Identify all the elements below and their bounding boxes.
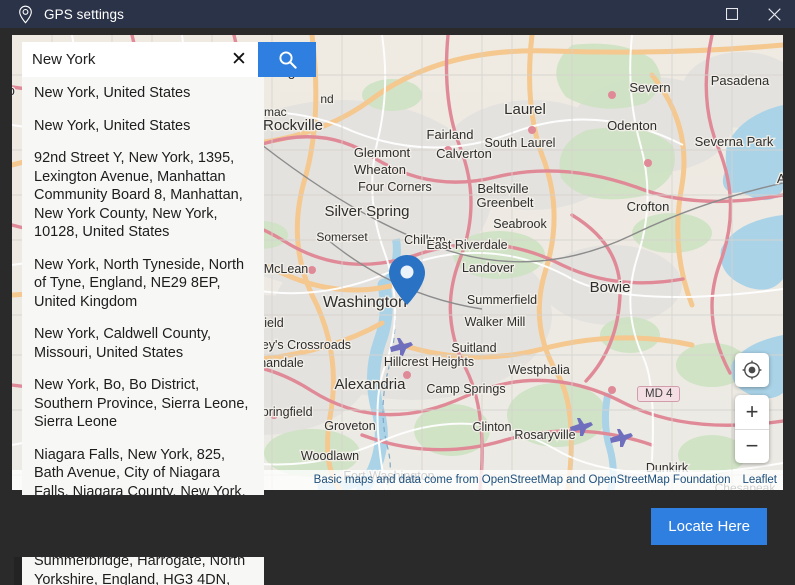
map-label: Woodlawn <box>301 449 359 463</box>
map-label: Summerfield <box>467 293 537 307</box>
suggestion-item[interactable]: New York, United States <box>22 77 264 110</box>
map-label: Westphalia <box>508 363 570 377</box>
road-shield-md4: MD 4 <box>637 386 680 402</box>
map-label: Hillcrest Heights <box>384 355 474 369</box>
map-label: Beltsville <box>477 181 528 196</box>
map-label: Greenbelt <box>476 195 533 210</box>
zoom-controls: + − <box>735 395 769 463</box>
leaflet-link[interactable]: Leaflet <box>742 474 777 486</box>
location-marker[interactable] <box>387 253 427 312</box>
map-label: Laurel <box>504 101 546 118</box>
map-label: South Laurel <box>485 136 556 150</box>
search-button[interactable] <box>258 42 316 77</box>
map-label: Landover <box>462 261 514 275</box>
map-label: Rosaryville <box>514 428 575 442</box>
map-label: Pasadena <box>711 73 770 88</box>
map-label: Alexandria <box>335 376 407 393</box>
search-input[interactable] <box>32 51 220 68</box>
map-label: nd <box>320 92 333 106</box>
attribution-text: Basic maps and data come from OpenStreet… <box>314 474 731 486</box>
map-label: Seabrook <box>493 217 547 231</box>
window-titlebar: GPS settings <box>0 0 795 28</box>
suggestion-item[interactable]: New York, Caldwell County, Missouri, Uni… <box>22 318 264 369</box>
map-label: Severn <box>629 80 670 95</box>
map-label: McLean <box>264 262 309 276</box>
map-label: East Riverdale <box>426 238 507 252</box>
close-button[interactable] <box>753 0 795 28</box>
search-icon <box>278 50 297 69</box>
suggestion-item[interactable]: 92nd Street Y, New York, 1395, Lexington… <box>22 142 264 249</box>
map-label: Rockville <box>263 117 323 134</box>
suggestion-item[interactable]: New York, Bo, Bo District, Southern Prov… <box>22 369 264 439</box>
map-label: Bowie <box>590 279 631 296</box>
map-label: Fairland <box>427 127 474 142</box>
search-field[interactable] <box>22 42 220 77</box>
locate-here-button[interactable]: Locate Here <box>651 508 767 545</box>
locate-me-button[interactable] <box>735 353 769 387</box>
search-bar: ✕ <box>22 42 316 77</box>
zoom-out-button[interactable]: − <box>735 430 769 464</box>
map-label: Crofton <box>627 199 670 214</box>
window-controls <box>711 0 795 28</box>
map-label: Arn <box>777 171 783 186</box>
suggestion-item[interactable]: New York, North Tyneside, North of Tyne,… <box>22 249 264 319</box>
map-label: Camp Springs <box>426 382 505 396</box>
map-label: Wheaton <box>354 162 406 177</box>
map-label: Clinton <box>473 420 512 434</box>
map-label: ield <box>264 316 284 330</box>
map-label: Four Corners <box>358 180 432 194</box>
map-label: Severna Park <box>695 134 774 149</box>
map-label: Calverton <box>436 146 492 161</box>
suggestion-item[interactable]: New York, United States <box>22 110 264 143</box>
map-label: Odenton <box>607 118 657 133</box>
location-pin-icon <box>10 5 40 24</box>
map-label: Silver Spring <box>324 203 409 220</box>
locate-me-icon <box>742 360 762 380</box>
map-label: Walker Mill <box>465 315 526 329</box>
dialog-footer: Locate Here <box>0 495 795 557</box>
map-label: Somerset <box>316 230 368 244</box>
window-title: GPS settings <box>44 7 124 22</box>
dialog-body: GaithersburgsbomacRockvillendGlenmontWhe… <box>0 28 795 557</box>
maximize-button[interactable] <box>711 0 753 28</box>
map-label: Groveton <box>324 419 375 433</box>
zoom-in-button[interactable]: + <box>735 395 769 430</box>
clear-search-icon[interactable]: ✕ <box>220 42 258 77</box>
map-label: Suitland <box>451 341 496 355</box>
map-label: Glenmont <box>354 145 411 160</box>
